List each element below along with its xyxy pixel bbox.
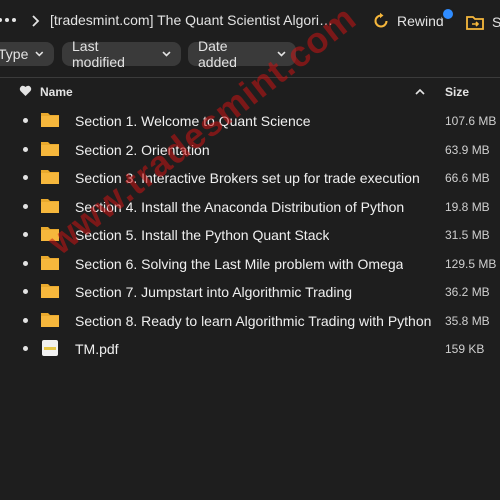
row-bullet [23,118,28,123]
file-size: 159 KB [445,342,485,356]
folder-icon [41,255,59,270]
column-header-row: Name Size [0,78,500,106]
file-size: 63.9 MB [445,142,490,157]
pdf-file-icon [42,340,58,356]
file-size: 35.8 MB [445,313,490,328]
share-folder-icon [466,16,484,30]
filter-bar: Type Last modified Date added [0,38,500,70]
size-column-header[interactable]: Size [445,85,469,99]
file-row[interactable]: Section 2. Orientation 63.9 MB [0,135,500,163]
file-size: 107.6 MB [445,114,497,128]
row-bullet [23,146,28,152]
type-filter-chip[interactable]: Type [0,42,54,66]
chevron-down-icon [277,51,286,57]
file-size: 36.2 MB [445,285,490,299]
file-size: 66.6 MB [445,171,490,185]
heart-icon[interactable] [19,85,32,97]
sort-ascending-icon[interactable] [415,88,425,95]
breadcrumb-current-folder[interactable]: [tradesmint.com] The Quant Scientist Alg… [50,12,335,28]
file-name: Section 1. Welcome to Quant Science [75,113,311,129]
file-name: TM.pdf [75,341,119,357]
folder-icon [41,312,59,327]
file-row[interactable]: Section 7. Jumpstart into Algorithmic Tr… [0,277,500,305]
chevron-down-icon [35,51,44,57]
row-bullet [23,346,28,351]
folder-icon [41,198,59,213]
file-size: 31.5 MB [445,228,490,242]
date-added-filter-label: Date added [198,38,237,70]
row-bullet [23,289,28,294]
file-name: Section 5. Install the Python Quant Stac… [75,227,330,243]
type-filter-label: Type [0,46,29,62]
rewind-label: Rewind [397,13,444,29]
file-name: Section 8. Ready to learn Algorithmic Tr… [75,312,432,329]
top-bar: [tradesmint.com] The Quant Scientist Alg… [0,0,500,42]
file-row[interactable]: TM.pdf 159 KB [0,334,500,362]
folder-icon [41,141,59,156]
date-added-filter-chip[interactable]: Date added [188,38,296,70]
row-bullet [23,232,28,237]
notification-dot [441,7,455,21]
chevron-right-icon [32,15,40,27]
file-row[interactable]: Section 4. Install the Anaconda Distribu… [0,192,500,220]
folder-icon [41,227,59,241]
file-row[interactable]: Section 3. Interactive Brokers set up fo… [0,163,500,191]
file-size: 19.8 MB [445,199,490,214]
row-bullet [23,175,28,180]
folder-icon [41,284,59,298]
rewind-icon [374,12,388,28]
row-bullet [23,260,28,266]
file-name: Section 6. Solving the Last Mile problem… [75,255,404,272]
folder-icon [41,170,59,184]
row-bullet [23,203,28,209]
row-bullet [23,317,28,323]
file-row[interactable]: Section 5. Install the Python Quant Stac… [0,220,500,248]
last-modified-filter-chip[interactable]: Last modified [62,38,181,70]
name-column-header[interactable]: Name [40,85,73,99]
file-size: 129.5 MB [445,256,497,271]
file-row[interactable]: Section 6. Solving the Last Mile problem… [0,249,500,277]
last-modified-filter-label: Last modified [72,38,125,70]
file-row[interactable]: Section 1. Welcome to Quant Science 107.… [0,106,500,134]
file-row[interactable]: Section 8. Ready to learn Algorithmic Tr… [0,306,500,334]
more-options-icon[interactable] [0,14,16,26]
file-name: Section 4. Install the Anaconda Distribu… [75,198,405,215]
share-button[interactable]: S [466,11,500,33]
file-name: Section 3. Interactive Brokers set up fo… [75,170,420,186]
chevron-down-icon [162,51,171,57]
file-name: Section 2. Orientation [75,141,210,158]
rewind-button[interactable]: Rewind [372,10,444,32]
file-name: Section 7. Jumpstart into Algorithmic Tr… [75,284,353,300]
folder-icon [41,113,59,127]
share-label: S [492,14,500,30]
